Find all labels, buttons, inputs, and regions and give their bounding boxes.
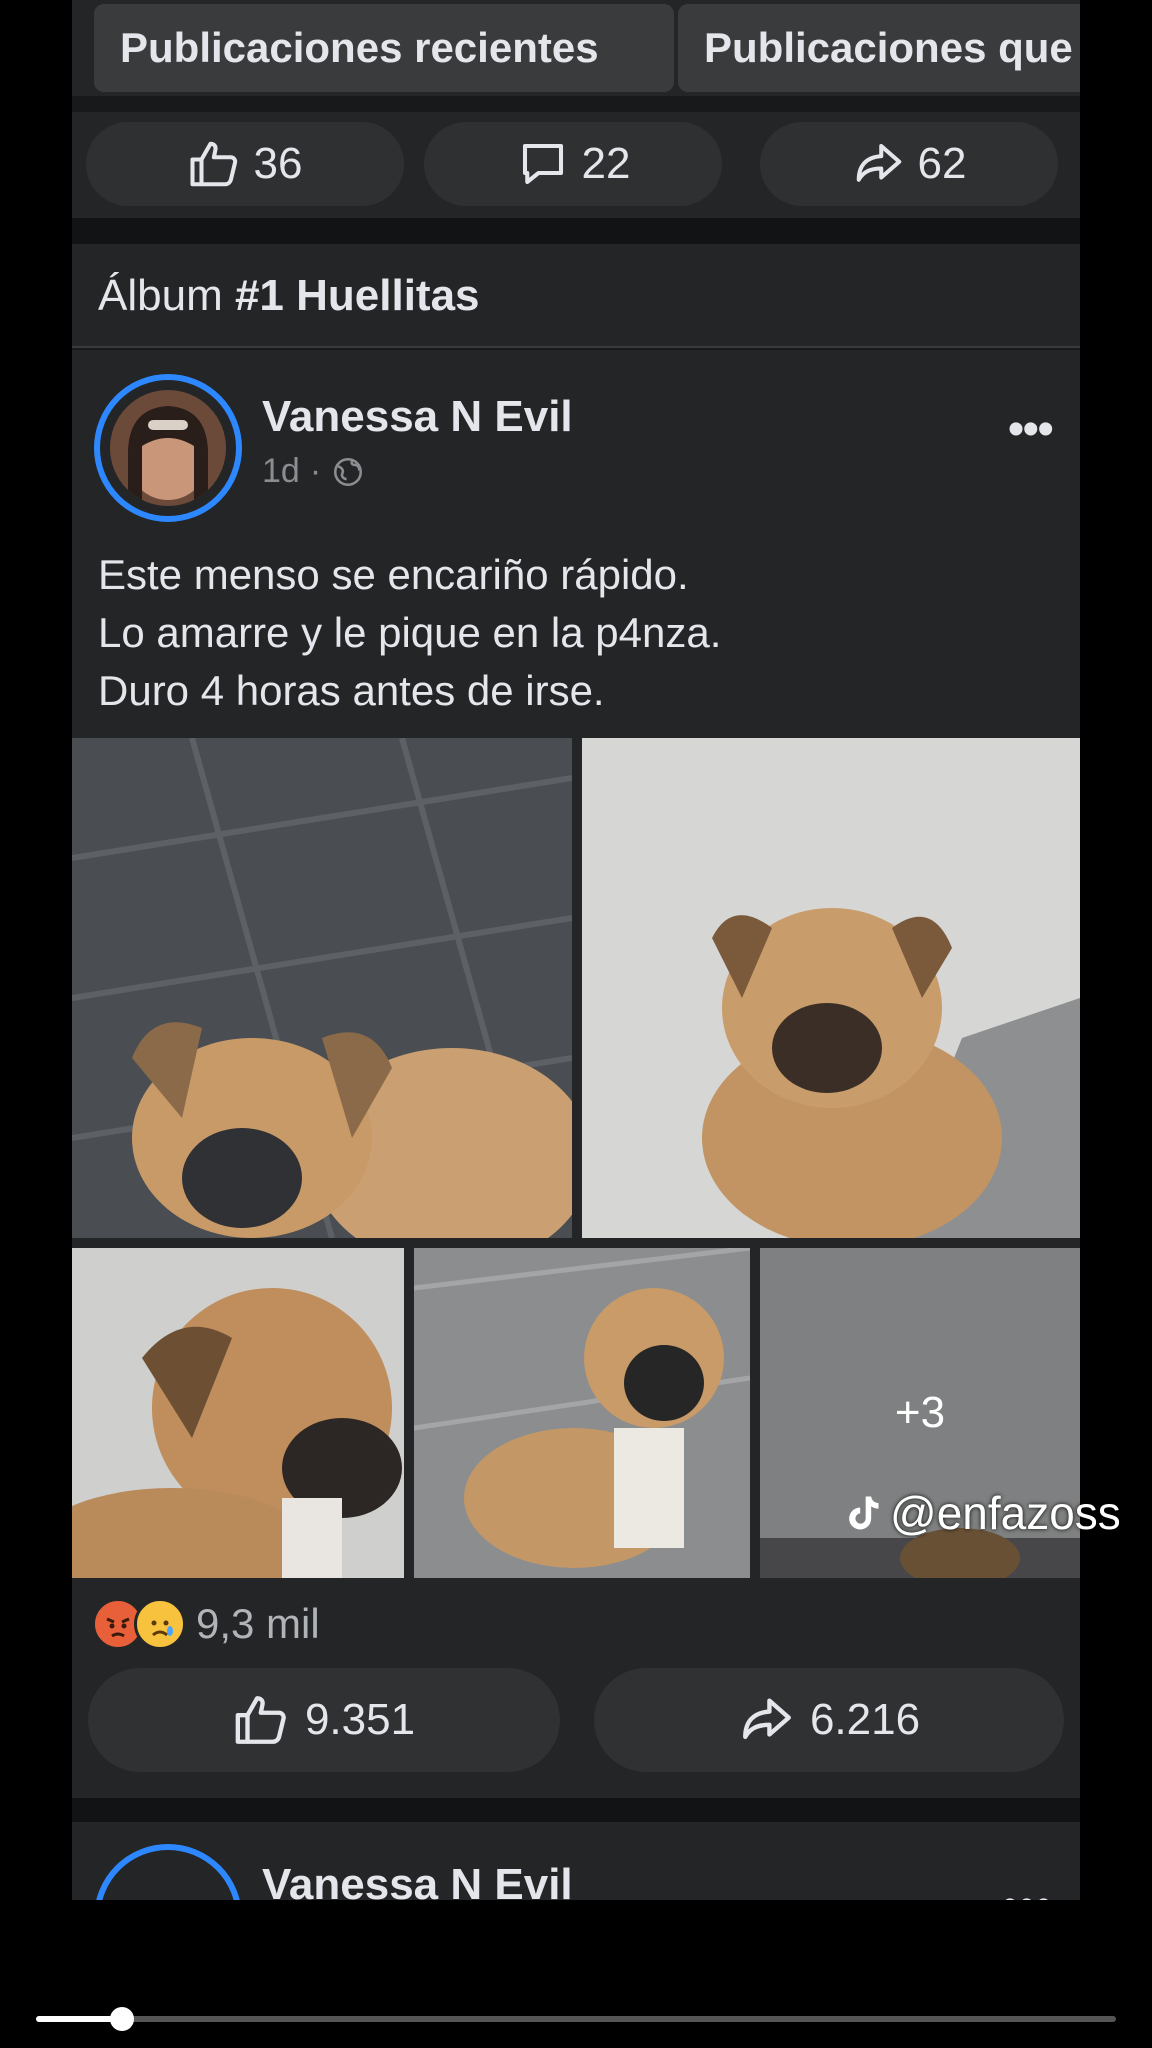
- comment-icon: [522, 143, 563, 185]
- share-button[interactable]: 6.216: [594, 1668, 1064, 1772]
- tab-posts-other[interactable]: Publicaciones que: [678, 4, 1080, 92]
- meta-separator: ·: [309, 452, 322, 490]
- share-button[interactable]: 62: [760, 122, 1058, 206]
- puppy-photo[interactable]: [72, 738, 572, 1238]
- share-icon: [743, 1698, 791, 1740]
- reaction-summary[interactable]: 9,3 mil: [92, 1594, 320, 1654]
- feed-screen: Publicaciones recientes Publicaciones qu…: [72, 0, 1080, 1900]
- next-post-preview: Vanessa N Evil •••: [72, 1822, 1080, 1900]
- author-name[interactable]: Vanessa N Evil: [262, 392, 573, 442]
- puppy-photo[interactable]: [414, 1248, 750, 1578]
- album-prefix: Álbum: [98, 271, 223, 320]
- like-count: 36: [253, 139, 303, 188]
- story-ring[interactable]: [94, 1844, 242, 1900]
- thumbs-up-icon: [235, 1696, 286, 1744]
- progress-handle[interactable]: [110, 2007, 135, 2031]
- comment-count: 22: [581, 139, 631, 188]
- video-progress-bar[interactable]: [36, 2007, 1116, 2031]
- like-count: 9.351: [304, 1695, 416, 1744]
- filter-tabs: Publicaciones recientes Publicaciones qu…: [72, 0, 1080, 96]
- story-ring[interactable]: [94, 374, 242, 522]
- separator: [72, 218, 1080, 244]
- album-header[interactable]: Álbum #1 Huellitas: [72, 244, 1080, 348]
- more-options-icon[interactable]: •••: [1002, 1878, 1052, 1900]
- share-count: 62: [917, 139, 967, 188]
- reaction-count: 9,3 mil: [196, 1600, 320, 1647]
- like-button[interactable]: 9.351: [88, 1668, 560, 1772]
- caption-line: Lo amarre y le pique en la p4nza.: [98, 609, 722, 656]
- tiktok-icon: [849, 1496, 879, 1530]
- sad-emoji-icon: [134, 1598, 186, 1650]
- photo-grid: +3: [72, 738, 1080, 1584]
- share-count: 6.216: [809, 1695, 921, 1744]
- post-caption: Este menso se encariño rápido. Lo amarre…: [98, 546, 1058, 720]
- comment-button[interactable]: 22: [424, 122, 722, 206]
- author-name[interactable]: Vanessa N Evil: [262, 1860, 573, 1900]
- post-card: Vanessa N Evil 1d · ••• Este menso se en…: [72, 350, 1080, 1798]
- separator: [72, 1798, 1080, 1822]
- post-time: 1d: [262, 452, 300, 490]
- post-actions: 9.351 6.216: [72, 1668, 1080, 1778]
- post-meta: 1d ·: [262, 452, 365, 491]
- avatar: [110, 390, 226, 506]
- album-title: #1 Huellitas: [234, 271, 480, 320]
- watermark-handle: @enfazoss: [890, 1487, 1121, 1539]
- tab-recent-posts[interactable]: Publicaciones recientes: [94, 4, 674, 92]
- caption-line: Este menso se encariño rápido.: [98, 551, 689, 598]
- previous-post-actions: 36 22 62: [72, 112, 1080, 218]
- watermark: @enfazoss: [840, 1486, 1121, 1540]
- more-options-icon[interactable]: •••: [1008, 406, 1054, 454]
- globe-icon: [334, 457, 363, 486]
- puppy-photo[interactable]: [582, 738, 1080, 1238]
- caption-line: Duro 4 horas antes de irse.: [98, 667, 605, 714]
- like-button[interactable]: 36: [86, 122, 404, 206]
- puppy-photo[interactable]: [72, 1248, 404, 1578]
- thumbs-up-icon: [189, 141, 237, 187]
- share-icon: [856, 143, 901, 182]
